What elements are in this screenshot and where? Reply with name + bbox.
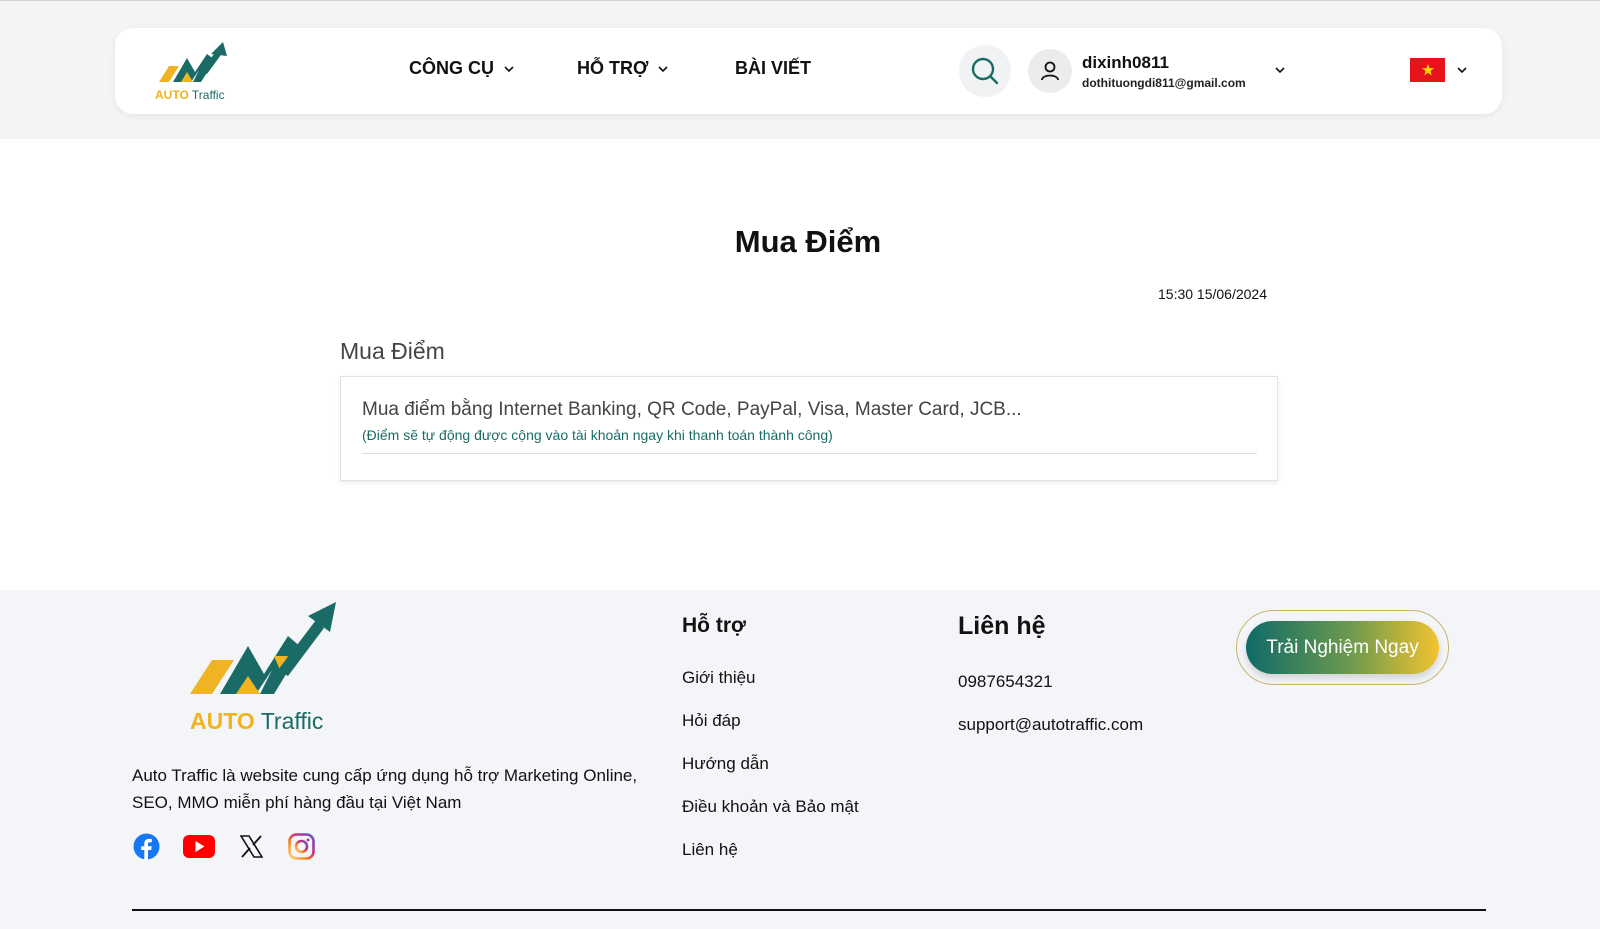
nav-articles-label: BÀI VIẾT	[735, 58, 812, 78]
search-icon	[971, 57, 999, 85]
facebook-icon	[133, 833, 159, 860]
footer-description: Auto Traffic là website cung cấp ứng dụn…	[132, 766, 638, 812]
try-now-button[interactable]: Trải Nghiệm Ngay	[1246, 621, 1439, 674]
footer-link-terms[interactable]: Điều khoản và Bảo mật	[682, 797, 859, 817]
logo-mark-icon	[159, 42, 227, 82]
header-band: AUTO Traffic CÔNG CỤ HỖ TRỢ BÀI VIẾT dix…	[0, 0, 1600, 139]
instagram-icon	[287, 832, 315, 860]
nav-tools-label: CÔNG CỤ	[409, 58, 494, 78]
contact-phone[interactable]: 0987654321	[958, 672, 1053, 692]
chevron-down-icon	[504, 65, 514, 72]
logo-mark-icon	[190, 602, 336, 694]
footer-logo[interactable]: AUTO Traffic	[190, 600, 350, 735]
nav-articles[interactable]: BÀI VIẾT	[735, 58, 811, 79]
chevron-down-icon	[658, 65, 668, 72]
x-link[interactable]	[237, 832, 265, 860]
payment-card-note: (Điểm sẽ tự động được cộng vào tài khoản…	[362, 427, 833, 443]
logo-text: AUTO Traffic	[155, 88, 225, 102]
timestamp: 15:30 15/06/2024	[1158, 286, 1267, 302]
navbar: AUTO Traffic CÔNG CỤ HỖ TRỢ BÀI VIẾT dix…	[115, 28, 1502, 114]
footer-link-contact[interactable]: Liên hệ	[682, 840, 738, 860]
avatar	[1028, 49, 1072, 93]
social-links	[132, 832, 315, 860]
user-icon	[1041, 61, 1059, 81]
youtube-link[interactable]	[182, 832, 215, 860]
nav-tools[interactable]: CÔNG CỤ	[409, 58, 514, 79]
chevron-down-icon[interactable]	[1275, 65, 1285, 75]
contact-column-title: Liên hệ	[958, 612, 1046, 640]
nav-support-label: HỖ TRỢ	[577, 58, 649, 78]
user-name: dixinh0811	[1082, 52, 1169, 72]
section-label: Mua Điểm	[340, 338, 445, 364]
footer-link-faq[interactable]: Hỏi đáp	[682, 711, 741, 731]
instagram-link[interactable]	[287, 832, 315, 860]
vietnam-flag-icon	[1421, 64, 1434, 76]
facebook-link[interactable]	[132, 832, 160, 860]
cta-outline: Trải Nghiệm Ngay	[1236, 610, 1449, 685]
footer-link-guide[interactable]: Hướng dẫn	[682, 754, 769, 774]
payment-card[interactable]: Mua điểm bằng Internet Banking, QR Code,…	[340, 376, 1278, 481]
logo[interactable]: AUTO Traffic	[155, 40, 235, 102]
divider	[362, 453, 1257, 454]
chevron-down-icon[interactable]	[1457, 65, 1467, 75]
user-text: dixinh0811 dothituongdi811@gmail.com	[1082, 53, 1246, 90]
footer: AUTO Traffic Auto Traffic là website cun…	[0, 590, 1600, 929]
footer-link-about[interactable]: Giới thiệu	[682, 668, 756, 688]
user-email: dothituongdi811@gmail.com	[1082, 75, 1246, 90]
contact-email[interactable]: support@autotraffic.com	[958, 715, 1143, 735]
nav-support[interactable]: HỖ TRỢ	[577, 58, 668, 79]
x-icon	[239, 834, 263, 858]
language-selector[interactable]	[1410, 58, 1445, 82]
page-title: Mua Điểm	[734, 224, 882, 259]
footer-logo-text: AUTO Traffic	[190, 708, 324, 734]
support-column-title: Hỗ trợ	[682, 614, 746, 637]
search-button[interactable]	[959, 45, 1011, 97]
footer-divider	[132, 909, 1486, 911]
youtube-icon	[182, 834, 215, 858]
user-menu[interactable]: dixinh0811 dothituongdi811@gmail.com	[1028, 48, 1288, 94]
payment-card-title: Mua điểm bằng Internet Banking, QR Code,…	[362, 399, 1022, 420]
